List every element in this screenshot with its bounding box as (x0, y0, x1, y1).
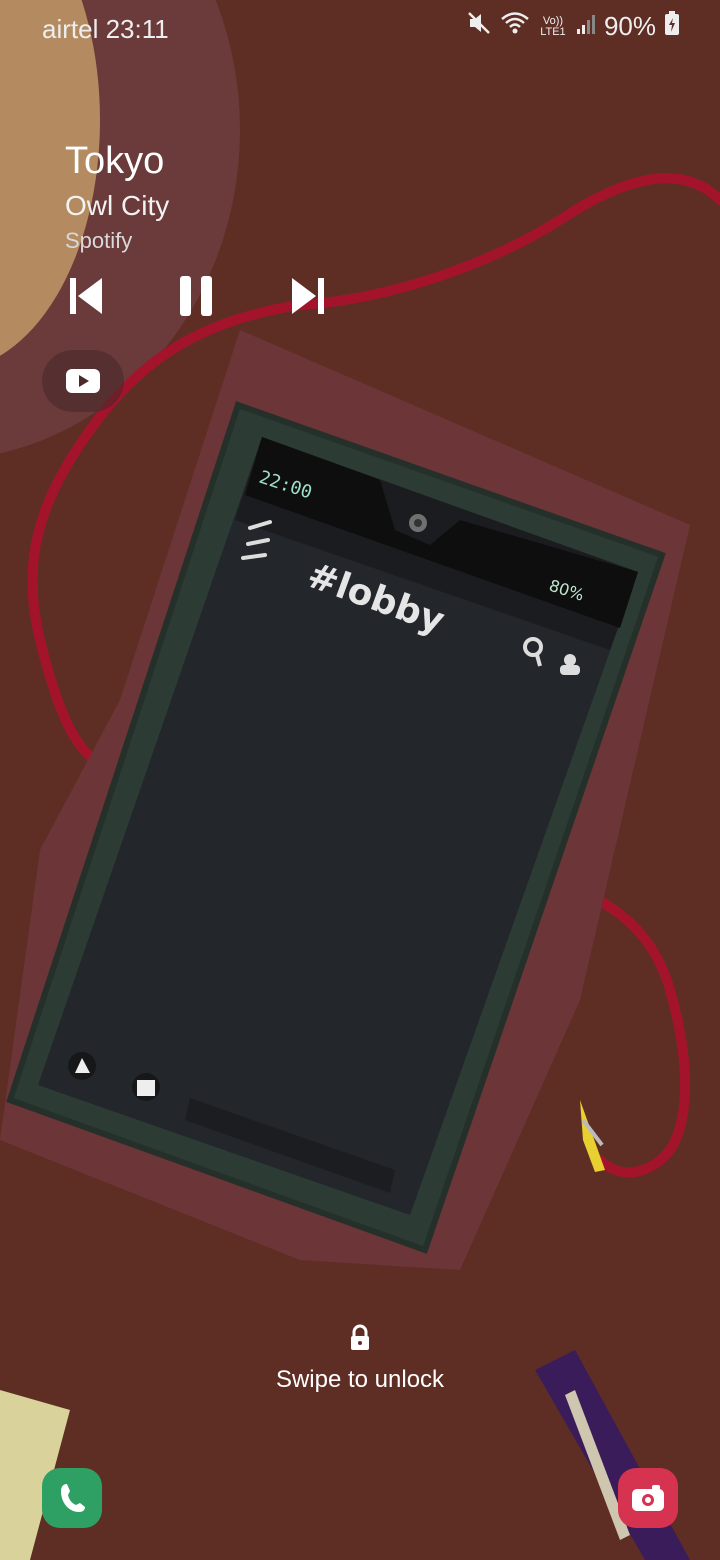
battery-percent: 90% (603, 11, 656, 41)
pause-button[interactable] (166, 266, 226, 326)
lock-icon (351, 1324, 369, 1350)
camera-shortcut-button[interactable] (618, 1468, 678, 1528)
youtube-notification[interactable] (42, 350, 124, 412)
media-app-name: Spotify (65, 228, 133, 253)
track-artist: Owl City (65, 190, 170, 221)
skip-previous-icon (70, 278, 102, 314)
camera-icon (632, 1485, 664, 1511)
wifi-icon (500, 10, 530, 43)
battery-icon (664, 10, 680, 43)
mute-icon (466, 10, 492, 43)
signal-icon (576, 11, 596, 42)
swipe-to-unlock-hint: Swipe to unlock (275, 1366, 445, 1393)
network-label: Vo)) LTE1 (540, 14, 566, 38)
pause-icon (180, 276, 212, 316)
track-title: Tokyo (65, 140, 165, 182)
carrier-name: airtel (42, 14, 99, 44)
youtube-icon (66, 369, 100, 393)
skip-next-icon (292, 278, 324, 314)
next-track-button[interactable] (278, 266, 338, 326)
phone-icon (61, 1484, 85, 1512)
previous-track-button[interactable] (56, 266, 116, 326)
clock: 23:11 (105, 14, 169, 44)
phone-shortcut-button[interactable] (42, 1468, 102, 1528)
status-bar: airtel 23:11 Vo)) LTE1 90% (0, 0, 720, 56)
